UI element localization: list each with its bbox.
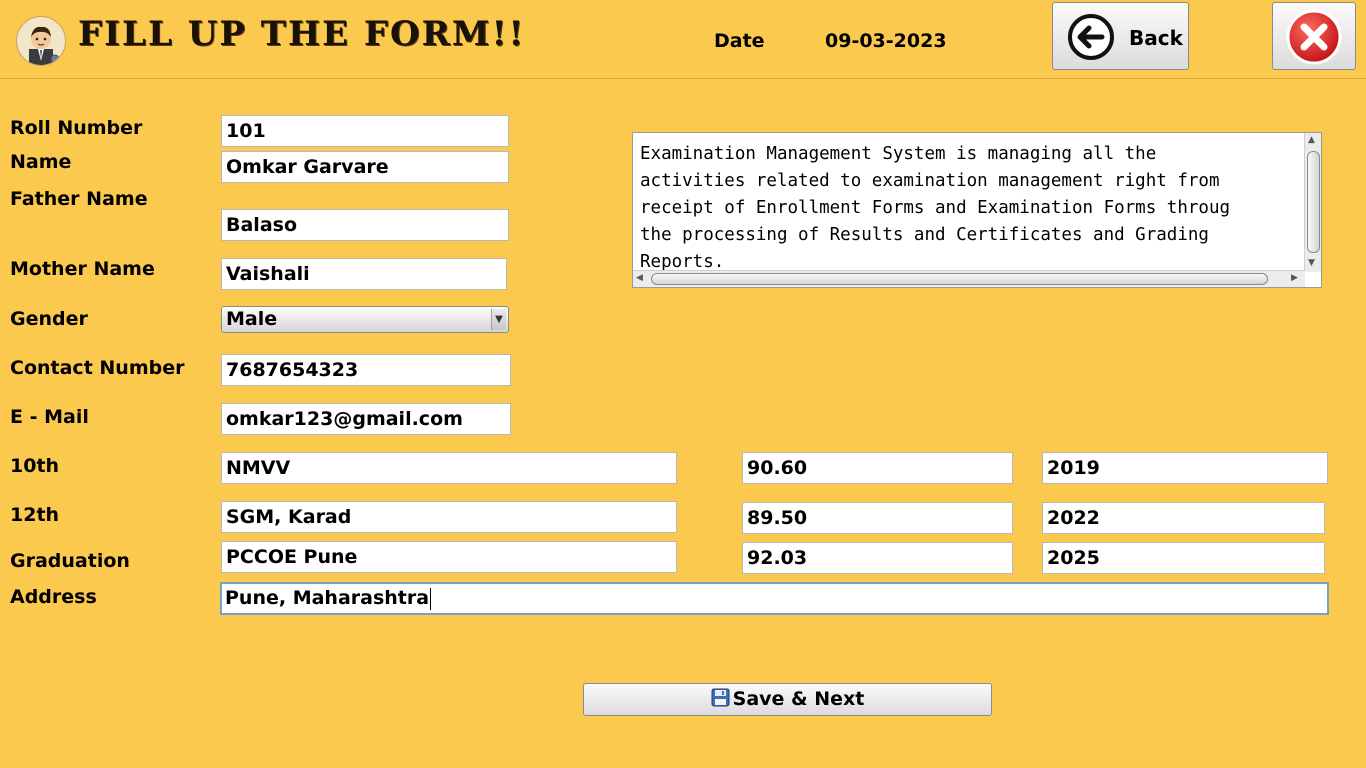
address-input[interactable]: Pune, Maharashtra	[220, 582, 1329, 615]
user-avatar-icon	[16, 16, 66, 66]
back-button-label: Back	[1129, 26, 1183, 50]
description-textarea[interactable]: Examination Management System is managin…	[632, 132, 1322, 288]
page-title: FILL UP THE FORM!!	[78, 14, 526, 54]
back-arrow-icon	[1068, 14, 1114, 60]
floppy-disk-icon	[711, 688, 730, 707]
name-label: Name	[10, 151, 72, 173]
scroll-left-icon[interactable]: ◀	[636, 273, 643, 283]
tenth-label: 10th	[10, 455, 60, 477]
horizontal-scrollbar[interactable]: ◀ ▶	[633, 270, 1305, 287]
twelfth-percent-input[interactable]: 89.50	[742, 502, 1013, 534]
chevron-down-icon[interactable]: ▼	[491, 309, 506, 330]
tenth-year-input[interactable]: 2019	[1042, 452, 1328, 484]
tenth-school-input[interactable]: NMVV	[221, 452, 677, 484]
roll-number-label: Roll Number	[10, 117, 143, 139]
gender-select-value: Male	[226, 308, 278, 330]
address-label: Address	[10, 586, 97, 608]
save-next-label: Save & Next	[732, 688, 865, 710]
vertical-scrollbar[interactable]: ▲ ▼	[1304, 133, 1321, 272]
scroll-up-icon[interactable]: ▲	[1308, 135, 1315, 145]
gender-select[interactable]: Male ▼	[221, 306, 509, 333]
date-label: Date	[714, 30, 765, 52]
vertical-scrollbar-thumb[interactable]	[1307, 151, 1320, 253]
graduation-label: Graduation	[10, 550, 130, 572]
close-button[interactable]	[1272, 2, 1356, 70]
graduation-year-input[interactable]: 2025	[1042, 542, 1325, 574]
email-input[interactable]: omkar123@gmail.com	[221, 403, 511, 435]
twelfth-year-input[interactable]: 2022	[1042, 502, 1325, 534]
close-icon	[1286, 9, 1342, 65]
graduation-percent-input[interactable]: 92.03	[742, 542, 1013, 574]
contact-number-input[interactable]: 7687654323	[221, 354, 511, 386]
text-caret	[430, 587, 432, 610]
gender-label: Gender	[10, 308, 88, 330]
horizontal-scrollbar-thumb[interactable]	[651, 273, 1268, 285]
contact-number-label: Contact Number	[10, 357, 185, 379]
roll-number-input[interactable]: 101	[221, 115, 509, 147]
father-name-label: Father Name	[10, 188, 148, 210]
mother-name-label: Mother Name	[10, 258, 155, 280]
save-next-button[interactable]: Save & Next	[583, 683, 992, 716]
address-input-value: Pune, Maharashtra	[225, 587, 430, 609]
header-divider	[0, 78, 1366, 79]
father-name-input[interactable]: Balaso	[221, 209, 509, 241]
name-input[interactable]: Omkar Garvare	[221, 151, 509, 183]
scroll-down-icon[interactable]: ▼	[1308, 258, 1315, 268]
date-value: 09-03-2023	[825, 30, 947, 52]
twelfth-school-input[interactable]: SGM, Karad	[221, 501, 677, 533]
email-label: E - Mail	[10, 406, 89, 428]
twelfth-label: 12th	[10, 504, 60, 526]
description-text: Examination Management System is managin…	[640, 144, 1231, 272]
tenth-percent-input[interactable]: 90.60	[742, 452, 1013, 484]
scroll-right-icon[interactable]: ▶	[1291, 273, 1298, 283]
graduation-college-input[interactable]: PCCOE Pune	[221, 541, 677, 573]
mother-name-input[interactable]: Vaishali	[221, 258, 507, 290]
back-button[interactable]: Back	[1052, 2, 1189, 70]
